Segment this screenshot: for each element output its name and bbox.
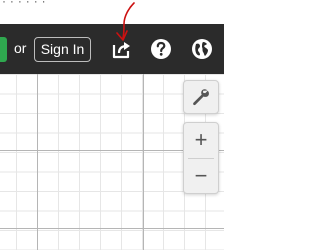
sign-in-button[interactable]: Sign In (34, 37, 91, 62)
settings-button[interactable] (183, 80, 219, 114)
zoom-controls: + − (183, 122, 219, 194)
zoom-in-button[interactable]: + (184, 123, 218, 157)
wrench-icon (193, 89, 209, 106)
help-icon[interactable] (150, 38, 172, 60)
cropped-top-text: · · · · · · (2, 0, 46, 8)
or-label: or (14, 40, 27, 56)
zoom-out-button[interactable]: − (184, 159, 218, 193)
red-annotation-arrow (116, 2, 135, 41)
sign-up-button[interactable] (0, 37, 7, 62)
globe-icon[interactable] (191, 38, 213, 60)
